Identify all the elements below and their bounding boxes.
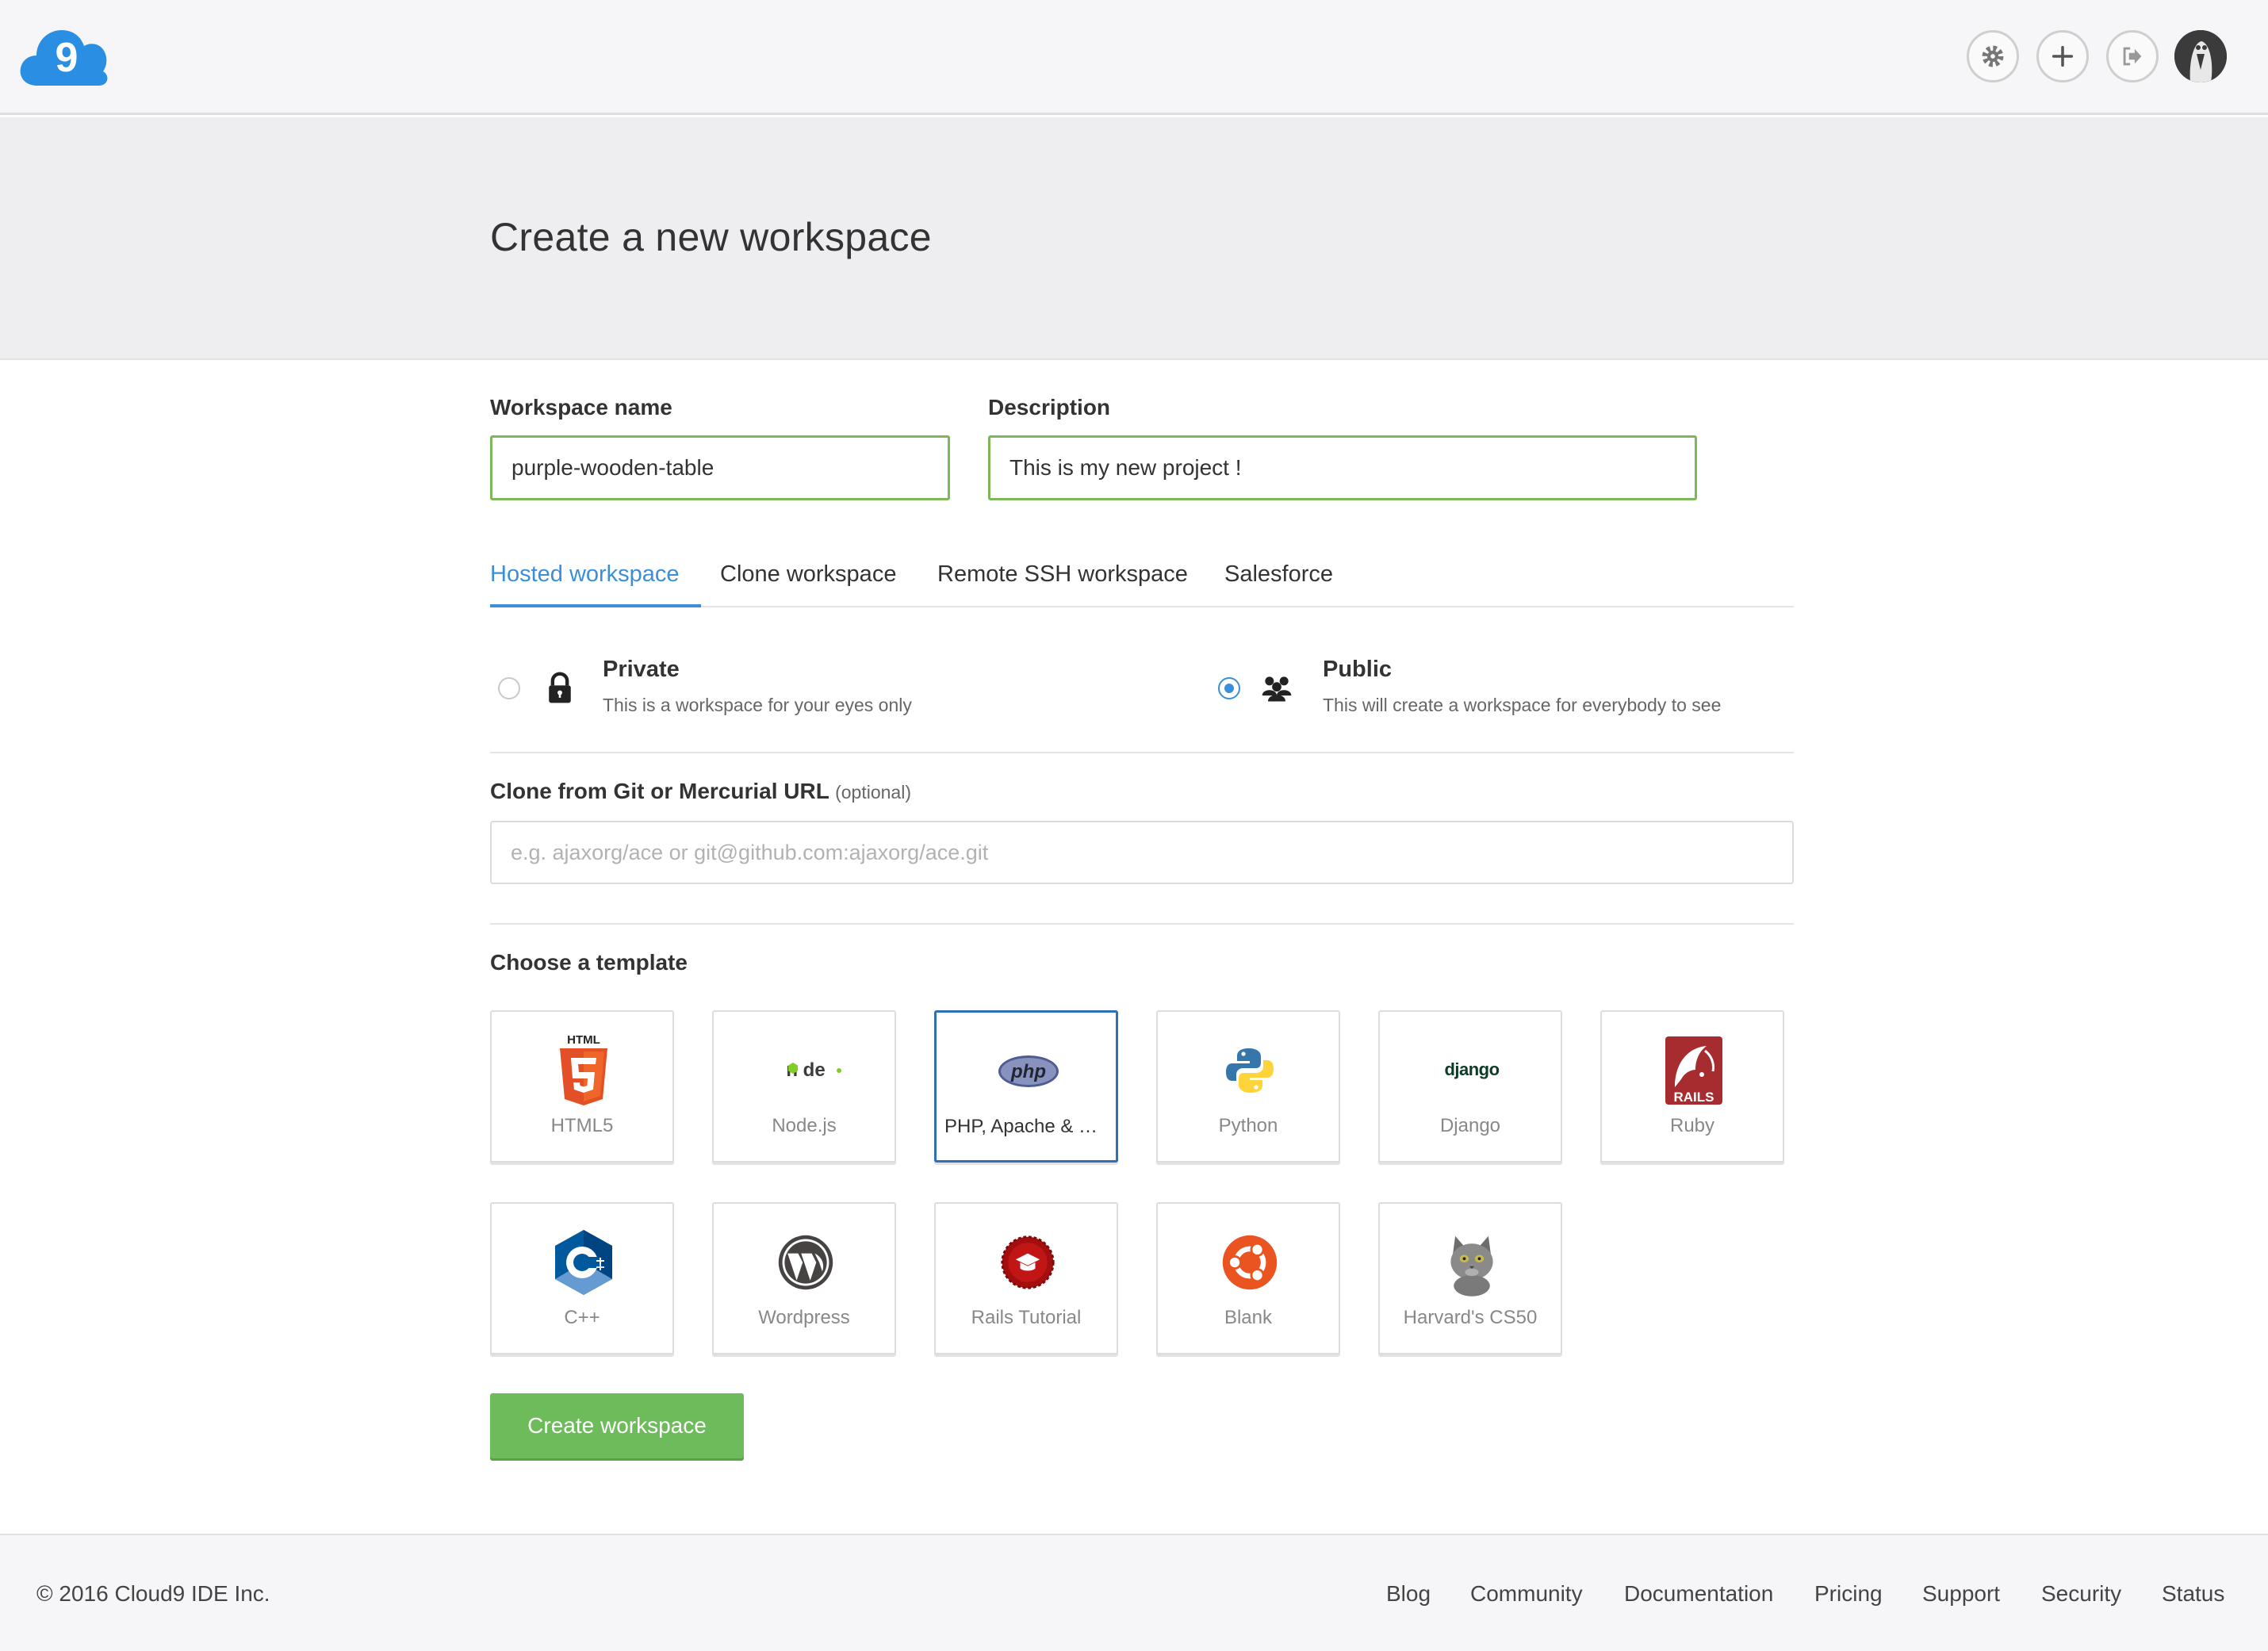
private-option[interactable]: Private This is a workspace for your eye… [490,652,1124,715]
template-cpp[interactable]: C++ [490,1202,674,1354]
add-workspace-button[interactable] [2036,30,2089,82]
template-html5[interactable]: HTML HTML5 [490,1010,674,1163]
footer-link-support[interactable]: Support [1922,1581,2000,1607]
divider [490,752,1794,753]
cpp-icon [544,1224,623,1300]
python-icon [1210,1032,1289,1109]
template-name: Node.js [772,1115,837,1136]
template-python[interactable]: Python [1156,1010,1340,1163]
tab-clone-workspace[interactable]: Clone workspace [720,561,896,607]
logo-number: 9 [56,35,79,81]
template-name: Ruby [1669,1115,1715,1136]
private-description: This is a workspace for your eyes only [603,695,912,715]
gear-icon [1982,45,2004,67]
choose-template-label: Choose a template [490,950,688,975]
optional-hint: (optional) [835,782,911,803]
template-ruby[interactable]: RAILS Ruby [1600,1010,1784,1163]
rails-tutorial-icon [988,1224,1067,1300]
template-wordpress[interactable]: Wordpress [712,1202,896,1354]
private-title: Private [603,657,680,682]
users-icon [1262,676,1292,702]
tab-hosted-workspace[interactable]: Hosted workspace [490,561,701,607]
wordpress-icon [766,1224,845,1300]
template-name: Wordpress [758,1307,850,1328]
php-icon: php [989,1033,1068,1109]
footer-link-blog[interactable]: Blog [1386,1581,1431,1607]
template-name: C++ [564,1307,600,1328]
template-name: Harvard's CS50 [1403,1307,1538,1328]
sign-out-icon [2123,47,2142,66]
template-name: Django [1439,1115,1501,1136]
footer: © 2016 Cloud9 IDE Inc. Blog Community Do… [0,1534,2268,1651]
logout-button[interactable] [2106,30,2159,82]
template-rails-tutorial[interactable]: Rails Tutorial [934,1202,1118,1354]
clone-url-input[interactable] [490,821,1794,884]
workspace-name-label: Workspace name [490,395,672,419]
footer-link-community[interactable]: Community [1470,1581,1583,1607]
divider [490,923,1794,925]
django-icon: django [1432,1032,1511,1109]
footer-link-security[interactable]: Security [2041,1581,2121,1607]
template-nodejs[interactable]: n de Node.js [712,1010,896,1163]
ubuntu-icon [1210,1224,1289,1300]
svg-text:HTML: HTML [567,1033,600,1047]
public-radio[interactable] [1218,677,1240,699]
template-blank[interactable]: Blank [1156,1202,1340,1354]
clone-url-label-text: Clone from Git or Mercurial URL [490,779,829,803]
public-option[interactable]: Public This will create a workspace for … [1212,652,1794,715]
footer-link-documentation[interactable]: Documentation [1624,1581,1773,1607]
rails-icon: RAILS [1654,1032,1734,1109]
private-radio[interactable] [498,677,520,699]
workspace-name-input[interactable] [490,435,950,500]
clone-url-label: Clone from Git or Mercurial URL (optiona… [490,779,911,804]
nodejs-icon: n de [766,1032,845,1109]
top-bar: 9 [0,0,2268,115]
page-header: Create a new workspace [0,117,2268,360]
plus-icon [2052,45,2074,67]
workspace-type-tabs: Hosted workspace Clone workspace Remote … [490,555,1794,607]
cat-icon [1432,1224,1511,1300]
template-name: Blank [1224,1307,1273,1328]
footer-link-status[interactable]: Status [2162,1581,2224,1607]
tab-salesforce[interactable]: Salesforce [1224,561,1333,607]
description-label: Description [988,395,1111,419]
public-description: This will create a workspace for everybo… [1323,695,1722,715]
page-title: Create a new workspace [490,215,932,259]
lock-icon [549,672,571,703]
template-php[interactable]: php PHP, Apache & MySQL [934,1010,1118,1163]
footer-link-pricing[interactable]: Pricing [1814,1581,1883,1607]
svg-text:RAILS: RAILS [1674,1090,1714,1105]
template-name: HTML5 [550,1115,614,1136]
template-harvard-cs50[interactable]: Harvard's CS50 [1378,1202,1562,1354]
public-title: Public [1323,657,1393,682]
copyright: © 2016 Cloud9 IDE Inc. [36,1581,270,1606]
description-input[interactable] [988,435,1697,500]
create-workspace-button[interactable]: Create workspace [490,1393,744,1458]
tab-remote-ssh-workspace[interactable]: Remote SSH workspace [937,561,1188,607]
settings-button[interactable] [1967,30,2019,82]
html5-icon: HTML [544,1032,623,1109]
svg-text:django: django [1444,1059,1499,1079]
template-name: Python [1218,1115,1278,1136]
template-django[interactable]: django Django [1378,1010,1562,1163]
cloud9-logo[interactable]: 9 [17,25,111,89]
template-name: PHP, Apache & MySQL [944,1116,1116,1137]
svg-text:php: php [1010,1061,1046,1082]
template-name: Rails Tutorial [971,1307,1082,1328]
user-avatar[interactable] [2174,30,2227,82]
